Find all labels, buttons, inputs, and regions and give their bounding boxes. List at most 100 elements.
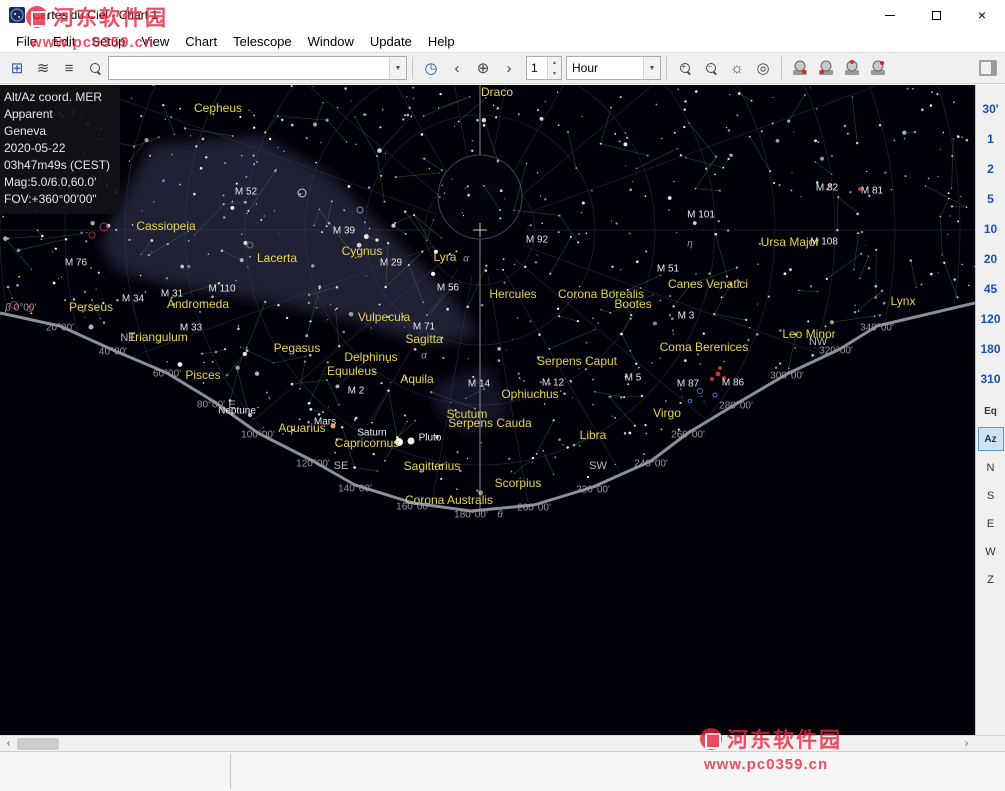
menu-setup[interactable]: Setup [83, 32, 133, 51]
scrollbar-corner [975, 736, 1005, 752]
close-button[interactable]: × [959, 0, 1005, 30]
time-unit-select[interactable]: Hour ▼ [566, 56, 661, 80]
search-icon [90, 63, 101, 74]
fov-button-10[interactable]: 10 [977, 215, 1005, 242]
search-dropdown-button[interactable]: ▼ [389, 57, 406, 79]
direction-east-button[interactable]: E [978, 513, 1004, 535]
telescope-goto-button[interactable] [839, 55, 865, 81]
direction-south-button[interactable]: S [978, 485, 1004, 507]
toolbar: ⊞ ≋ ≡ ▼ ◷ ‹ ⊕ › ▲ ▼ Hour ▼ + − ☼ ◎ [0, 52, 1005, 84]
toolbar-separator [666, 57, 667, 79]
time-unit-value: Hour [567, 61, 643, 75]
spinner-buttons: ▲ ▼ [547, 57, 561, 79]
app-icon [8, 6, 26, 24]
scrollbar-track[interactable] [17, 736, 958, 752]
spinner-down-icon[interactable]: ▼ [548, 68, 561, 79]
menu-help[interactable]: Help [420, 32, 463, 51]
telescope-icon [868, 58, 888, 78]
coord-eq-button[interactable]: Eq [978, 399, 1004, 423]
menu-update[interactable]: Update [362, 32, 420, 51]
menu-view[interactable]: View [133, 32, 177, 51]
time-previous-button[interactable]: ‹ [444, 55, 470, 81]
toolbar-separator [781, 57, 782, 79]
fov-button-180[interactable]: 180 [977, 335, 1005, 362]
direction-west-button[interactable]: W [978, 541, 1004, 563]
window-controls: × [867, 0, 1005, 30]
close-icon: × [978, 7, 986, 23]
chevron-down-icon: ▼ [649, 65, 656, 72]
fov-sidebar: 30' 1 2 5 10 20 45 120 180 310 Eq Az N S… [975, 85, 1005, 735]
overlay-date: 2020-05-22 [4, 140, 110, 157]
chevron-down-icon: ▼ [395, 65, 402, 72]
scrollbar-thumb[interactable] [17, 738, 59, 750]
coord-az-button[interactable]: Az [978, 427, 1004, 451]
menu-file[interactable]: File [8, 32, 45, 51]
telescope-park-button[interactable] [813, 55, 839, 81]
zoom-in-icon: + [680, 63, 691, 74]
scroll-right-button[interactable]: › [958, 736, 975, 752]
search-combobox: ▼ [108, 56, 407, 80]
fov-button-30min[interactable]: 30' [977, 95, 1005, 122]
menubar: File Edit Setup View Chart Telescope Win… [0, 30, 1005, 52]
overlay-fov: FOV:+360°00'00" [4, 191, 110, 208]
panel-toggle-button[interactable] [975, 55, 1001, 81]
menu-telescope[interactable]: Telescope [225, 32, 300, 51]
overlay-coord-mode: Alt/Az coord. MER [4, 89, 110, 106]
chart-info-overlay: Alt/Az coord. MER Apparent Geneva 2020-0… [0, 85, 120, 214]
telescope-icon [842, 58, 862, 78]
direction-north-button[interactable]: N [978, 457, 1004, 479]
chart-config-icon[interactable]: ≋ [30, 55, 56, 81]
time-step-spinner: ▲ ▼ [526, 56, 562, 80]
zoom-in-button[interactable]: + [672, 55, 698, 81]
toolbar-separator [412, 57, 413, 79]
telescope-icon [816, 58, 836, 78]
clock-icon[interactable]: ◷ [418, 55, 444, 81]
app-window: Cartes du Ciel - Chart 1 × File Edit Set… [0, 0, 1005, 791]
overlay-apparent: Apparent [4, 106, 110, 123]
time-next-button[interactable]: › [496, 55, 522, 81]
overlay-time: 03h47m49s (CEST) [4, 157, 110, 174]
menu-chart[interactable]: Chart [177, 32, 225, 51]
direction-zenith-button[interactable]: Z [978, 569, 1004, 591]
spinner-up-icon[interactable]: ▲ [548, 57, 561, 68]
search-button[interactable] [82, 55, 108, 81]
fov-button-5[interactable]: 5 [977, 185, 1005, 212]
fov-button-1[interactable]: 1 [977, 125, 1005, 152]
window-title: Cartes du Ciel - Chart 1 [32, 8, 158, 22]
time-unit-dropdown-button[interactable]: ▼ [643, 57, 660, 79]
zoom-out-button[interactable]: − [698, 55, 724, 81]
telescope-icon [790, 58, 810, 78]
settings-icon[interactable]: ☼ [724, 55, 750, 81]
titlebar: Cartes du Ciel - Chart 1 × [0, 0, 1005, 30]
statusbar: Az:+343°12'26.5" Alt:+67°18'58.8" RA: 17… [0, 751, 1005, 791]
fov-button-20[interactable]: 20 [977, 245, 1005, 272]
horizontal-scrollbar: ‹ › [0, 735, 1005, 751]
fov-button-120[interactable]: 120 [977, 305, 1005, 332]
status-coordinates: Az:+343°12'26.5" Alt:+67°18'58.8" RA: 17… [4, 754, 215, 791]
search-input[interactable] [109, 57, 389, 79]
telescope-connect-button[interactable] [787, 55, 813, 81]
fov-button-2[interactable]: 2 [977, 155, 1005, 182]
object-list-icon[interactable]: ≡ [56, 55, 82, 81]
overlay-location: Geneva [4, 123, 110, 140]
menu-window[interactable]: Window [300, 32, 362, 51]
minimize-icon [885, 15, 895, 16]
time-step-input[interactable] [527, 57, 547, 79]
calendar-icon[interactable]: ⊞ [4, 55, 30, 81]
field-target-icon[interactable]: ◎ [750, 55, 776, 81]
fov-button-310[interactable]: 310 [977, 365, 1005, 392]
menu-edit[interactable]: Edit [45, 32, 83, 51]
telescope-track-button[interactable] [865, 55, 891, 81]
panel-icon [979, 59, 997, 77]
minimize-button[interactable] [867, 0, 913, 30]
fov-button-45[interactable]: 45 [977, 275, 1005, 302]
main-area: CepheusDracoCassiopeiaLacertaCygnusLyraH… [0, 85, 1005, 735]
scroll-left-button[interactable]: ‹ [0, 736, 17, 752]
time-now-button[interactable]: ⊕ [470, 55, 496, 81]
maximize-button[interactable] [913, 0, 959, 30]
status-divider [230, 754, 231, 789]
overlay-magnitude: Mag:5.0/6.0,60.0' [4, 174, 110, 191]
zoom-out-icon: − [706, 63, 717, 74]
maximize-icon [932, 11, 941, 20]
sky-chart[interactable]: CepheusDracoCassiopeiaLacertaCygnusLyraH… [0, 85, 975, 735]
